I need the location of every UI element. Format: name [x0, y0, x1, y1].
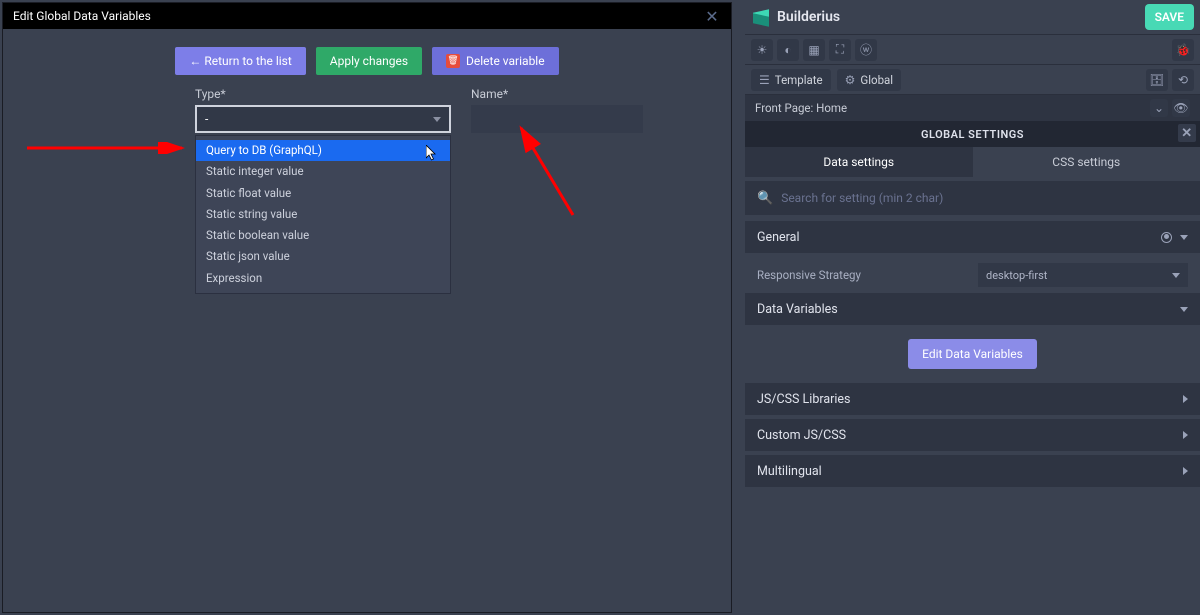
- annotation-arrow: [27, 142, 192, 154]
- chevron-down-icon[interactable]: ⌄: [1150, 99, 1168, 117]
- section-general[interactable]: General: [745, 221, 1200, 253]
- page-bar: Front Page: Home ⌄ 👁: [745, 95, 1200, 121]
- delete-label: Delete variable: [466, 54, 545, 68]
- contrast-icon[interactable]: ◐: [777, 39, 799, 61]
- crumb-bar: ☰ Template ⚙ Global 🗄 ⟲: [745, 65, 1200, 95]
- section-jscss-libraries[interactable]: JS/CSS Libraries: [745, 383, 1200, 415]
- dropdown-option[interactable]: Static integer value: [196, 161, 450, 182]
- mouse-cursor: [426, 145, 438, 165]
- chevron-down-icon: [433, 117, 441, 122]
- section-label: JS/CSS Libraries: [757, 392, 851, 407]
- dropdown-option[interactable]: Static float value: [196, 183, 450, 204]
- chevron-right-icon: [1183, 395, 1188, 403]
- modal-title: Edit Global Data Variables: [13, 9, 151, 23]
- responsive-select[interactable]: desktop-first: [978, 263, 1188, 287]
- modal-toolbar: ← Return to the list Apply changes 🗑 Del…: [3, 29, 731, 87]
- search-icon: 🔍: [757, 191, 773, 206]
- brand-icon: [751, 7, 771, 27]
- trash-icon: 🗑: [446, 54, 460, 68]
- tab-css-settings[interactable]: CSS settings: [973, 147, 1200, 177]
- responsive-strategy-row: Responsive Strategy desktop-first: [745, 257, 1200, 293]
- radio-icon: [1161, 232, 1172, 243]
- chevron-down-icon: [1180, 235, 1188, 240]
- name-label: Name*: [471, 87, 643, 101]
- chevron-right-icon: [1183, 431, 1188, 439]
- icon-toolbar: ☀ ◐ ▦ ⛶ ⓦ 🐞: [745, 35, 1200, 65]
- wordpress-icon[interactable]: ⓦ: [855, 39, 877, 61]
- close-icon[interactable]: ✕: [703, 7, 721, 25]
- brand: Builderius: [751, 7, 840, 27]
- global-label: Global: [860, 73, 893, 87]
- brand-text: Builderius: [777, 9, 840, 25]
- type-select[interactable]: -: [195, 105, 451, 133]
- topbar: Builderius SAVE: [745, 0, 1200, 35]
- section-data-variables[interactable]: Data Variables: [745, 293, 1200, 325]
- list-icon: ☰: [759, 73, 770, 87]
- type-select-value: -: [205, 112, 208, 126]
- dropdown-option[interactable]: Static boolean value: [196, 225, 450, 246]
- chevron-down-icon: [1172, 273, 1180, 278]
- edit-variables-modal: Edit Global Data Variables ✕ ← Return to…: [2, 2, 732, 613]
- crumb-right: 🗄 ⟲: [1146, 69, 1194, 91]
- type-label: Type*: [195, 87, 451, 101]
- section-multilingual[interactable]: Multilingual: [745, 455, 1200, 487]
- return-to-list-button[interactable]: ← Return to the list: [175, 47, 305, 75]
- chevron-right-icon: [1183, 467, 1188, 475]
- form-row: Type* - Query to DB (GraphQL) Static int…: [3, 87, 731, 133]
- type-dropdown: Query to DB (GraphQL) Static integer val…: [195, 135, 451, 294]
- section-custom-jscss[interactable]: Custom JS/CSS: [745, 419, 1200, 451]
- pagebar-right: ⌄ 👁: [1150, 99, 1190, 117]
- database-icon[interactable]: 🗄: [1146, 69, 1168, 91]
- right-panel: Builderius SAVE ☀ ◐ ▦ ⛶ ⓦ 🐞 ☰ Template ⚙…: [745, 0, 1200, 615]
- history-icon[interactable]: ⟲: [1172, 69, 1194, 91]
- settings-tabs: Data settings CSS settings: [745, 147, 1200, 177]
- bug-icon[interactable]: 🐞: [1172, 39, 1194, 61]
- chevron-down-icon: [1180, 307, 1188, 312]
- section-label: Multilingual: [757, 464, 822, 479]
- settings-header: GLOBAL SETTINGS ✕: [745, 121, 1200, 147]
- dropdown-option[interactable]: Expression: [196, 268, 450, 289]
- annotation-arrow: [513, 120, 583, 220]
- type-field: Type* - Query to DB (GraphQL) Static int…: [195, 87, 451, 133]
- edit-data-variables-button[interactable]: Edit Data Variables: [908, 339, 1037, 369]
- dropdown-option[interactable]: Query to DB (GraphQL): [196, 140, 450, 161]
- settings-title: GLOBAL SETTINGS: [921, 128, 1024, 141]
- dropdown-option[interactable]: Static json value: [196, 246, 450, 267]
- section-right: [1161, 232, 1188, 243]
- settings-search: 🔍: [745, 181, 1200, 215]
- tab-data-settings[interactable]: Data settings: [745, 147, 973, 177]
- eye-icon[interactable]: 👁: [1172, 99, 1190, 117]
- close-icon[interactable]: ✕: [1178, 124, 1196, 142]
- global-chip[interactable]: ⚙ Global: [837, 69, 901, 91]
- dropdown-option[interactable]: Static string value: [196, 204, 450, 225]
- grid-icon[interactable]: ▦: [803, 39, 825, 61]
- save-button[interactable]: SAVE: [1145, 4, 1194, 30]
- icon-toolbar-left: ☀ ◐ ▦ ⛶ ⓦ: [751, 39, 877, 61]
- section-label: General: [757, 230, 800, 245]
- template-label: Template: [775, 73, 823, 87]
- field-label: Responsive Strategy: [757, 268, 861, 282]
- crumb-left: ☰ Template ⚙ Global: [751, 69, 901, 91]
- section-label: Custom JS/CSS: [757, 428, 846, 443]
- sun-icon[interactable]: ☀: [751, 39, 773, 61]
- page-path: Front Page: Home: [755, 101, 847, 115]
- template-chip[interactable]: ☰ Template: [751, 69, 831, 91]
- responsive-value: desktop-first: [986, 269, 1047, 282]
- section-label: Data Variables: [757, 302, 838, 317]
- delete-variable-button[interactable]: 🗑 Delete variable: [432, 47, 559, 75]
- gear-icon: ⚙: [845, 73, 856, 87]
- modal-header: Edit Global Data Variables ✕: [3, 3, 731, 29]
- edit-button-container: Edit Data Variables: [745, 329, 1200, 383]
- apply-changes-button[interactable]: Apply changes: [316, 47, 422, 75]
- expand-icon[interactable]: ⛶: [829, 39, 851, 61]
- search-input[interactable]: [781, 191, 1188, 205]
